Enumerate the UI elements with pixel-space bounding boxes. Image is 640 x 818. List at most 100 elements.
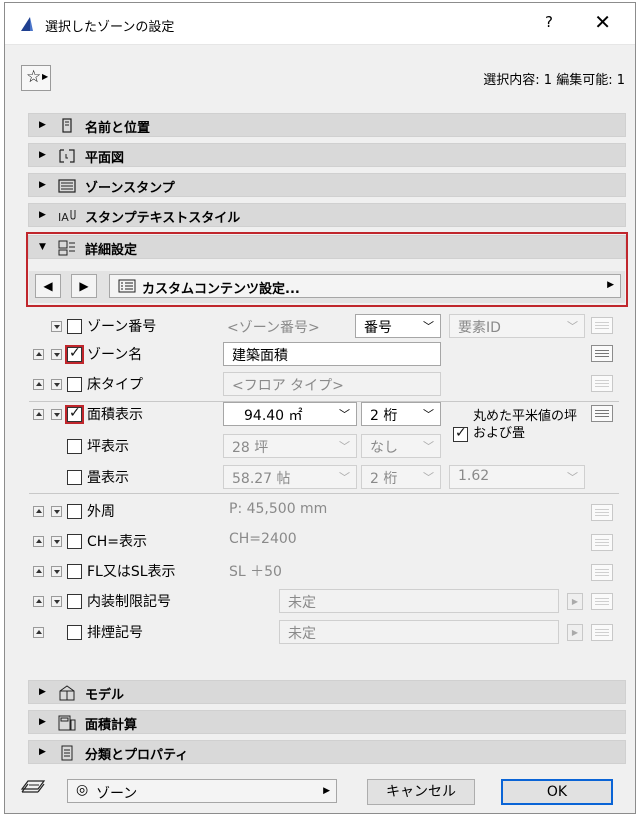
chevron-down-icon: ﹀ xyxy=(339,408,350,421)
chevron-down-icon: ﹀ xyxy=(567,320,578,333)
expand-arrow-icon: ▶ xyxy=(39,747,46,757)
smoke-mark-checkbox[interactable] xyxy=(67,625,82,640)
move-down-button[interactable] xyxy=(51,506,62,517)
move-up-button[interactable] xyxy=(33,596,44,607)
section-model[interactable]: ▶ モデル xyxy=(28,680,626,704)
section-classification[interactable]: ▶ 分類とプロパティ xyxy=(28,740,626,764)
move-down-button[interactable] xyxy=(51,321,62,332)
expand-arrow-icon: ▶ xyxy=(39,210,46,220)
perimeter-label: 外周 xyxy=(87,504,115,520)
move-up-button[interactable] xyxy=(33,409,44,420)
floor-type-checkbox[interactable] xyxy=(67,377,82,392)
title-bar: 選択したゾーンの設定 ? ✕ xyxy=(5,3,635,45)
chevron-right-icon: ▶ xyxy=(42,72,49,81)
tsubo-digits-select[interactable]: なし ﹀ xyxy=(361,434,441,458)
text-style-button[interactable] xyxy=(591,593,613,610)
zone-name-label: ゾーン名 xyxy=(87,347,143,363)
move-down-button[interactable] xyxy=(51,379,62,390)
fl-sl-display-checkbox[interactable] xyxy=(67,564,82,579)
select-value: 94.40 ㎡ xyxy=(244,408,303,424)
zone-stamp-icon xyxy=(58,179,76,193)
move-up-button[interactable] xyxy=(33,536,44,547)
text-style-button[interactable] xyxy=(591,317,613,334)
expand-arrow-icon: ▶ xyxy=(39,150,46,160)
tatami-value-select[interactable]: 58.27 帖 ﹀ xyxy=(223,465,357,489)
classification-icon xyxy=(61,745,73,761)
section-label: スタンプテキストスタイル xyxy=(85,211,241,226)
move-up-button[interactable] xyxy=(33,566,44,577)
smoke-mark-field[interactable]: 未定 xyxy=(279,620,559,644)
text-style-button[interactable] xyxy=(591,534,613,551)
move-down-button[interactable] xyxy=(51,596,62,607)
favorites-button[interactable]: ☆ ▶ xyxy=(21,65,51,91)
ok-button[interactable]: OK xyxy=(501,779,613,805)
rounded-area-label: 丸めた平米値の坪および畳 xyxy=(473,409,578,441)
move-down-button[interactable] xyxy=(51,349,62,360)
chevron-down-icon: ﹀ xyxy=(567,471,578,484)
move-up-button[interactable] xyxy=(33,627,44,638)
window-title: 選択したゾーンの設定 xyxy=(45,20,175,35)
element-id-select[interactable]: 要素ID ﹀ xyxy=(449,314,585,338)
area-digits-select[interactable]: 2 桁 ﹀ xyxy=(361,402,441,426)
move-down-button[interactable] xyxy=(51,536,62,547)
area-display-label: 面積表示 xyxy=(87,407,143,423)
ch-display-checkbox[interactable] xyxy=(67,534,82,549)
perimeter-checkbox[interactable] xyxy=(67,504,82,519)
area-calc-icon xyxy=(58,715,76,731)
zone-number-type-select[interactable]: 番号 ﹀ xyxy=(355,314,441,338)
text-style-button[interactable] xyxy=(591,375,613,392)
layer-select[interactable]: ◎ ゾーン ▶ xyxy=(67,779,337,803)
floor-type-field[interactable]: <フロア タイプ> xyxy=(223,372,441,396)
chevron-right-icon: ▶ xyxy=(323,786,330,796)
select-value: 28 坪 xyxy=(232,440,269,456)
close-button[interactable]: ✕ xyxy=(594,10,611,34)
select-value: 2 桁 xyxy=(370,408,398,424)
text-style-button[interactable] xyxy=(591,504,613,521)
select-value: 2 桁 xyxy=(370,471,398,487)
zone-name-checkbox[interactable] xyxy=(67,345,82,362)
text-style-button[interactable] xyxy=(591,624,613,641)
tatami-factor-select[interactable]: 1.62 ﹀ xyxy=(449,465,585,489)
zone-number-checkbox[interactable] xyxy=(67,319,82,334)
interior-mark-label: 内装制限記号 xyxy=(87,594,171,610)
area-display-checkbox[interactable] xyxy=(67,405,82,422)
move-down-button[interactable] xyxy=(51,409,62,420)
expand-arrow-icon: ▶ xyxy=(39,120,46,130)
tsubo-display-checkbox[interactable] xyxy=(67,439,82,454)
interior-mark-field[interactable]: 未定 xyxy=(279,589,559,613)
text-style-button[interactable] xyxy=(591,405,613,422)
section-label: ゾーンスタンプ xyxy=(85,181,175,196)
area-value-select[interactable]: 94.40 ㎡ ﹀ xyxy=(223,402,357,426)
rounded-area-checkbox[interactable] xyxy=(453,425,468,442)
tatami-display-checkbox[interactable] xyxy=(67,470,82,485)
fl-sl-display-value: SL ＋50 xyxy=(229,564,282,580)
interior-mark-checkbox[interactable] xyxy=(67,594,82,609)
text-style-button[interactable] xyxy=(591,345,613,362)
tatami-digits-select[interactable]: 2 桁 ﹀ xyxy=(361,465,441,489)
selection-info: 選択内容: 1 編集可能: 1 xyxy=(483,73,625,88)
zone-number-label: ゾーン番号 xyxy=(87,319,157,335)
move-down-button[interactable] xyxy=(51,566,62,577)
section-area-calc[interactable]: ▶ 面積計算 xyxy=(28,710,626,734)
section-zone-stamp[interactable]: ▶ ゾーンスタンプ xyxy=(28,173,626,197)
move-up-button[interactable] xyxy=(33,379,44,390)
move-up-button[interactable] xyxy=(33,506,44,517)
expand-arrow-icon: ▶ xyxy=(39,180,46,190)
chevron-down-icon: ﹀ xyxy=(423,440,434,453)
chevron-right-icon[interactable]: ▶ xyxy=(567,624,583,641)
help-button[interactable]: ? xyxy=(545,13,553,31)
section-name-position[interactable]: ▶ 名前と位置 xyxy=(28,113,626,137)
cancel-button[interactable]: キャンセル xyxy=(367,779,475,805)
section-label: 分類とプロパティ xyxy=(85,748,189,763)
move-up-button[interactable] xyxy=(33,349,44,360)
chevron-down-icon: ﹀ xyxy=(423,471,434,484)
zone-number-value: <ゾーン番号> xyxy=(227,320,320,336)
ch-display-label: CH=表示 xyxy=(87,534,148,550)
section-stamp-text-style[interactable]: ▶ IA スタンプテキストスタイル xyxy=(28,203,626,227)
chevron-right-icon[interactable]: ▶ xyxy=(567,593,583,610)
section-floor-plan[interactable]: ▶ 平面図 xyxy=(28,143,626,167)
text-style-button[interactable] xyxy=(591,564,613,581)
zone-name-field[interactable]: 建築面積 xyxy=(223,342,441,366)
tsubo-value-select[interactable]: 28 坪 ﹀ xyxy=(223,434,357,458)
tatami-display-label: 畳表示 xyxy=(87,470,129,486)
